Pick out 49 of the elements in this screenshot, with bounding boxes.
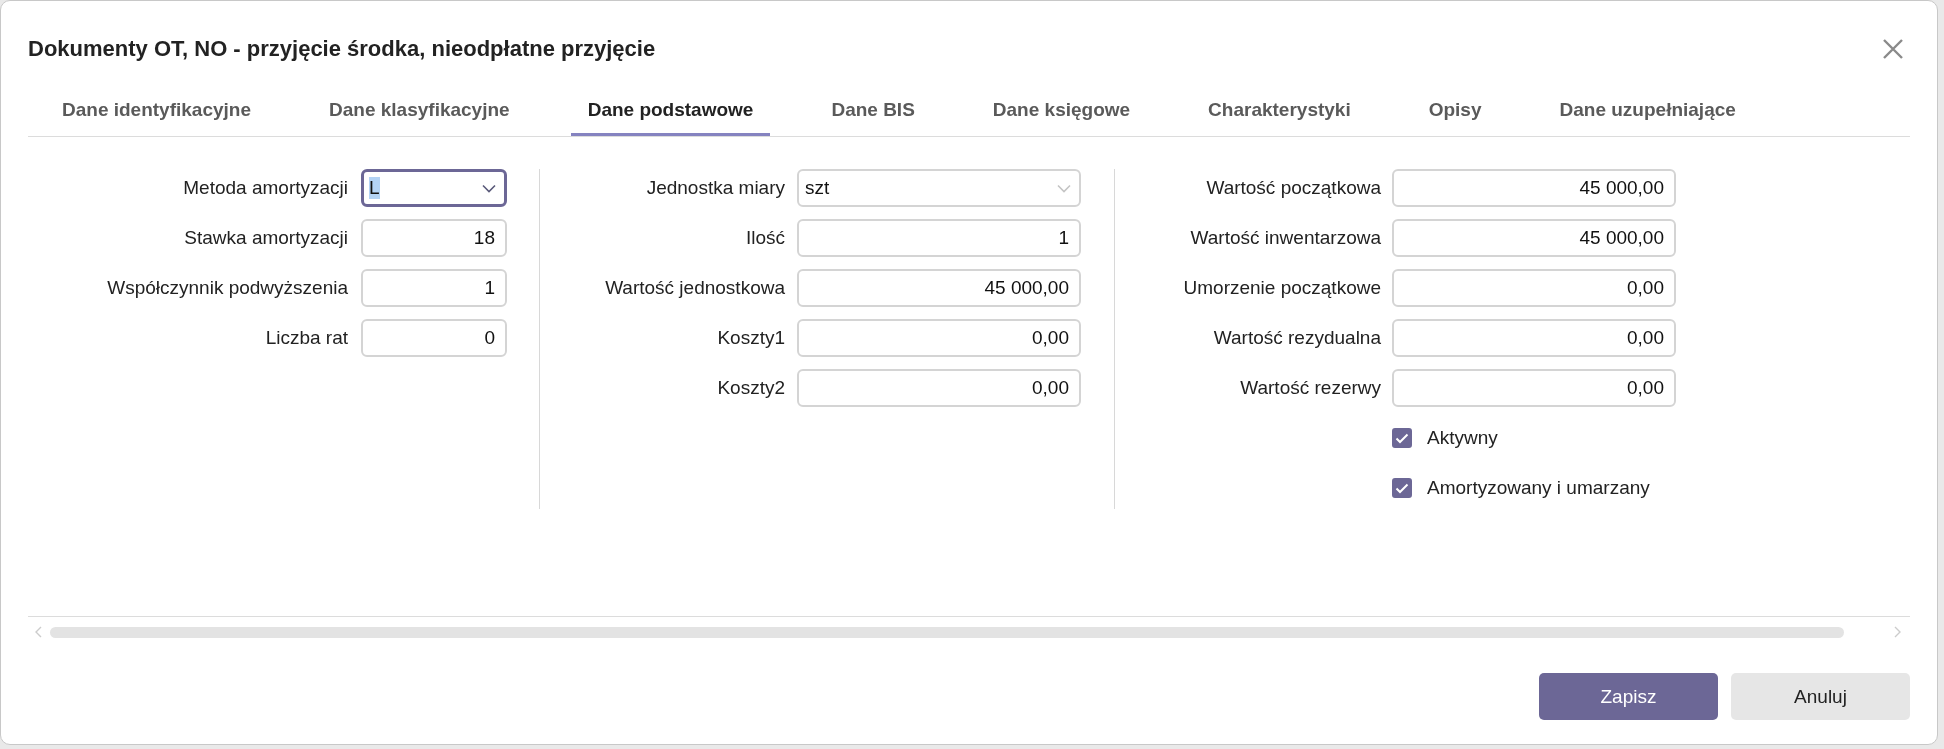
close-icon[interactable]	[1882, 38, 1904, 60]
field-label: Metoda amortyzacji	[182, 177, 348, 199]
input-field[interactable]: 45 000,00	[1392, 219, 1676, 257]
field-label: Koszty2	[716, 377, 785, 399]
window-title: Dokumenty OT, NO - przyjęcie środka, nieodpłatne przyjęcie	[28, 36, 656, 62]
input-field[interactable]: 0,00	[1392, 269, 1676, 307]
field-label: Wartość rezydualna	[1212, 327, 1381, 349]
input-field[interactable]: 18	[361, 219, 507, 257]
tab[interactable]: Dane księgowe	[975, 97, 1148, 136]
checkbox[interactable]	[1392, 428, 1412, 448]
checkbox-label: Aktywny	[1427, 427, 1498, 449]
checkbox-label: Amortyzowany i umarzany	[1427, 477, 1650, 499]
field-label: Wartość inwentarzowa	[1189, 227, 1381, 249]
input-field[interactable]: 45 000,00	[1392, 169, 1676, 207]
chevron-down-icon	[482, 183, 496, 193]
field-label: Umorzenie początkowe	[1182, 277, 1381, 299]
tab[interactable]: Charakterystyki	[1191, 97, 1368, 136]
field-label: Stawka amortyzacji	[183, 227, 348, 249]
field-label: Współczynnik podwyższenia	[106, 277, 348, 299]
field-label: Wartość początkowa	[1205, 177, 1381, 199]
input-field[interactable]: 0	[361, 319, 507, 357]
input-field[interactable]: 0,00	[797, 369, 1081, 407]
chevron-down-icon	[1057, 183, 1071, 193]
save-button[interactable]: Zapisz	[1539, 673, 1718, 720]
field-label: Liczba rat	[264, 327, 348, 349]
tab[interactable]: Dane uzupełniające	[1542, 97, 1753, 136]
tab[interactable]: Dane identyfikacyjne	[45, 97, 269, 136]
field-label: Jednostka miary	[645, 177, 785, 199]
dropdown-field[interactable]: szt	[797, 169, 1081, 207]
input-field[interactable]: 0,00	[1392, 369, 1676, 407]
dropdown-field[interactable]: L	[361, 169, 507, 207]
checkbox[interactable]	[1392, 478, 1412, 498]
input-field[interactable]: 0,00	[1392, 319, 1676, 357]
input-field[interactable]: 0,00	[797, 319, 1081, 357]
tab[interactable]: Opisy	[1411, 97, 1499, 136]
scrollbar[interactable]	[50, 626, 1844, 638]
cancel-button[interactable]: Anuluj	[1731, 673, 1910, 720]
field-label: Wartość rezerwy	[1239, 377, 1381, 399]
field-label: Koszty1	[716, 327, 785, 349]
input-field[interactable]: 1	[361, 269, 507, 307]
field-label: Ilość	[744, 227, 785, 249]
input-field[interactable]: 45 000,00	[797, 269, 1081, 307]
tab[interactable]: Dane podstawowe	[570, 97, 771, 136]
tab[interactable]: Dane klasyfikacyjne	[312, 97, 527, 136]
input-field[interactable]: 1	[797, 219, 1081, 257]
tab[interactable]: Dane BIS	[814, 97, 932, 136]
checkmark-icon	[1395, 482, 1409, 494]
field-label: Wartość jednostkowa	[604, 277, 785, 299]
checkmark-icon	[1395, 432, 1409, 444]
